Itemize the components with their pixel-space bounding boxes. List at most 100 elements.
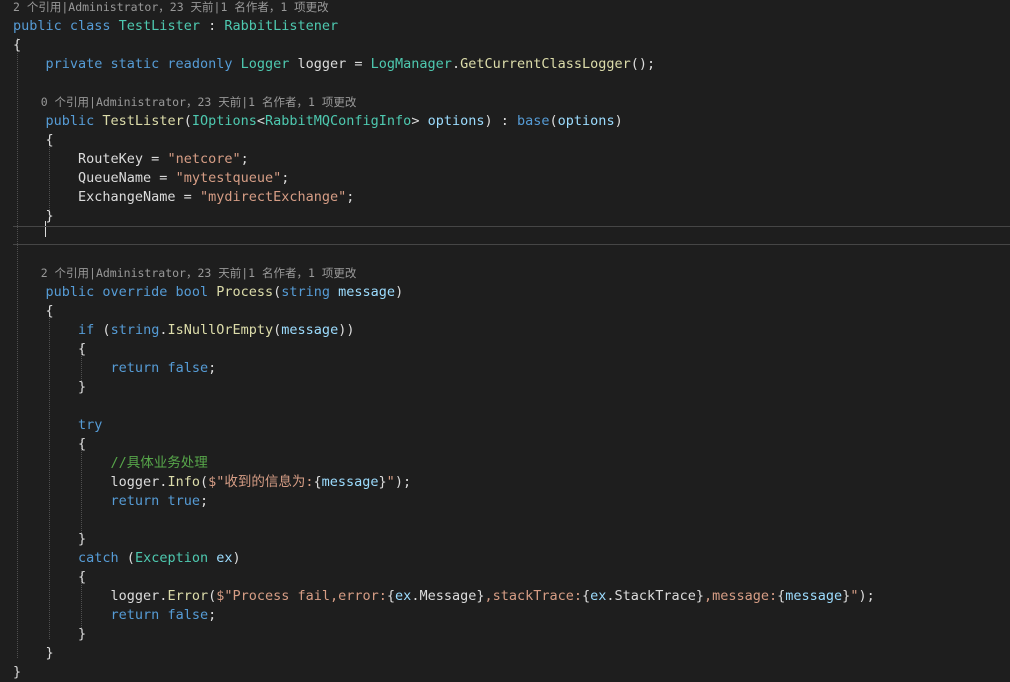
code-line: } [13,663,1010,682]
code-token: try [78,417,103,433]
code-token: { [313,474,322,490]
code-token: options [557,113,615,129]
code-token: string [281,284,339,300]
code-token: 0 个引用|Administrator，23 天前|1 名作者，1 项更改 [13,95,357,109]
code-line: catch (Exception ex) [13,549,1010,568]
code-token: ( [199,474,209,490]
code-token: Exception [134,550,209,566]
code-token: (); [630,56,656,72]
code-line: RouteKey = "netcore"; [13,150,1010,169]
codelens-annotation[interactable]: 2 个引用|Administrator，23 天前|1 名作者，1 项更改 [13,264,1010,283]
code-token: } [13,664,22,680]
code-token: ,stackTrace: [484,588,583,604]
code-editor[interactable]: 2 个引用|Administrator，23 天前|1 名作者，1 项更改 pub… [0,0,1010,680]
codelens-annotation[interactable]: 0 个引用|Administrator，23 天前|1 名作者，1 项更改 [13,93,1010,112]
code-token: 2 个引用|Administrator，23 天前|1 名作者，1 项更改 [13,266,357,280]
code-line: } [13,530,1010,549]
code-token: ( [208,588,217,604]
code-line: if (string.IsNullOrEmpty(message)) [13,321,1010,340]
code-token: .Message} [411,588,485,604]
code-token: ) : [484,113,518,129]
code-token: message [785,588,843,604]
code-token: Process [216,284,274,300]
code-token: options [427,113,485,129]
code-line: try [13,416,1010,435]
code-token: ); [858,588,875,604]
current-line [13,226,1010,245]
code-token: $"收到的信息为: [208,474,314,490]
code-token: RabbitMQConfigInfo [265,113,412,129]
code-token: ); [394,474,412,490]
code-line: public override bool Process(string mess… [13,283,1010,302]
code-token: return true [110,493,200,509]
code-token: ( [94,322,111,338]
code-token: logger. [13,474,168,490]
code-line: } [13,644,1010,663]
code-token: ; [208,607,217,623]
code-line: logger.Error($"Process fail,error:{ex.Me… [13,587,1010,606]
code-token: message [281,322,339,338]
code-token: } [13,645,54,661]
code-token: < [256,113,266,129]
code-token: RabbitListener [224,18,339,34]
code-token: public override bool [45,284,217,300]
code-token: string [110,322,160,338]
code-token: { [13,341,87,357]
code-line: } [13,207,1010,226]
code-token: { [13,303,54,319]
code-token: IsNullOrEmpty [167,322,274,338]
code-token: ) [614,113,623,129]
code-token: .StackTrace} [606,588,704,604]
code-token: RouteKey = [13,151,168,167]
code-token: QueueName = [13,170,176,186]
code-token: ; [240,151,249,167]
code-token: { [13,132,54,148]
code-line: { [13,131,1010,150]
code-token: } [13,208,54,224]
code-token: ; [281,170,290,186]
code-token: > [411,113,428,129]
code-token: "mytestqueue" [175,170,282,186]
code-line: { [13,568,1010,587]
code-token: ( [118,550,135,566]
code-token: ; [199,493,209,509]
code-token: { [386,588,396,604]
code-token: ( [183,113,192,129]
code-token: )) [338,322,355,338]
code-line: QueueName = "mytestqueue"; [13,169,1010,188]
code-token: ) [232,550,241,566]
code-line: ExchangeName = "mydirectExchange"; [13,188,1010,207]
code-token: ( [549,113,558,129]
code-token: } [13,626,87,642]
code-token: ) [395,284,404,300]
code-token: IOptions [191,113,257,129]
code-token: logger = [289,56,371,72]
code-token: private static readonly [45,56,241,72]
code-token: { [13,37,22,53]
code-token: GetCurrentClassLogger [460,56,631,72]
code-token: 2 个引用|Administrator，23 天前|1 名作者，1 项更改 [13,0,329,14]
code-token: logger. [13,588,168,604]
code-token: Error [167,588,209,604]
code-line: { [13,435,1010,454]
code-token: "mydirectExchange" [199,189,347,205]
code-token: TestLister [102,113,184,129]
code-token: Info [167,474,200,490]
code-token: ExchangeName = [13,189,200,205]
code-token: if [78,322,95,338]
code-line: public class TestLister : RabbitListener [13,17,1010,36]
codelens-annotation[interactable]: 2 个引用|Administrator，23 天前|1 名作者，1 项更改 [13,0,1010,17]
code-line: { [13,302,1010,321]
